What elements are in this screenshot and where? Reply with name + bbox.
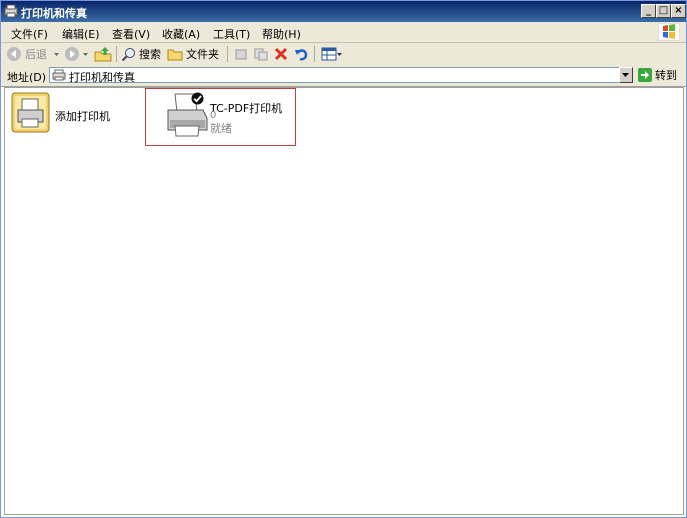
folders-label: 文件夹 — [186, 48, 219, 61]
delete-button[interactable] — [274, 46, 288, 62]
toolbar: 后退 搜索 文件夹 — [1, 43, 686, 66]
go-button[interactable]: 转到 — [638, 67, 677, 83]
maximize-button[interactable]: □ — [656, 4, 671, 18]
back-button[interactable]: 后退 — [6, 46, 47, 62]
copy-to-button[interactable] — [253, 46, 269, 62]
search-label: 搜索 — [139, 48, 161, 61]
explorer-window: 打印机和传真 _ □ × 文件(F) 编辑(E) 查看(V) 收藏(A) 工具(… — [0, 0, 687, 518]
menu-file[interactable]: 文件(F) — [11, 26, 48, 42]
chevron-down-icon — [337, 53, 342, 56]
printer-icon — [167, 93, 208, 137]
printer-item[interactable]: TC-PDF打印机 0 就绪 — [165, 90, 290, 142]
printers-content-pane[interactable]: 添加打印机 TC-PDF打印机 0 就绪 — [4, 87, 684, 515]
address-bar: 地址(D) 打印机和传真 转到 — [1, 65, 686, 87]
search-icon — [121, 47, 135, 61]
undo-button[interactable] — [294, 46, 309, 62]
menu-favorites[interactable]: 收藏(A) — [162, 26, 200, 42]
address-dropdown-button[interactable] — [619, 67, 633, 83]
move-to-button[interactable] — [233, 46, 249, 62]
views-button[interactable] — [321, 46, 343, 62]
menu-bar: 文件(F) 编辑(E) 查看(V) 收藏(A) 工具(T) 帮助(H) — [1, 22, 686, 43]
menu-edit[interactable]: 编辑(E) — [62, 26, 100, 42]
printers-folder-icon — [4, 4, 18, 18]
delete-x-icon — [274, 47, 288, 61]
chevron-down-icon — [83, 53, 88, 56]
go-arrow-icon — [638, 68, 652, 82]
up-folder-icon — [94, 47, 112, 62]
address-label: 地址(D) — [7, 71, 47, 84]
default-printer-check-icon — [191, 92, 204, 105]
forward-dropdown[interactable] — [82, 46, 89, 62]
undo-icon — [295, 48, 308, 60]
address-input[interactable]: 打印机和传真 — [49, 67, 633, 84]
minimize-button[interactable]: _ — [641, 4, 656, 18]
back-dropdown[interactable] — [53, 46, 60, 62]
chevron-down-icon — [622, 73, 629, 77]
printers-folder-icon — [52, 69, 66, 81]
window-title: 打印机和传真 — [21, 7, 87, 20]
close-button[interactable]: × — [671, 4, 686, 18]
menu-tools[interactable]: 工具(T) — [213, 26, 250, 42]
toolbar-separator — [314, 46, 315, 62]
forward-button[interactable] — [64, 46, 80, 62]
menu-help[interactable]: 帮助(H) — [262, 26, 301, 42]
printer-status: 就绪 — [210, 122, 232, 135]
up-folder-button[interactable] — [94, 46, 112, 62]
copy-to-icon — [254, 48, 268, 61]
address-value: 打印机和传真 — [69, 71, 135, 84]
toolbar-separator — [116, 46, 117, 62]
back-arrow-icon — [7, 47, 21, 61]
folders-button[interactable]: 文件夹 — [167, 46, 219, 62]
forward-arrow-icon — [65, 47, 79, 61]
menu-view[interactable]: 查看(V) — [112, 26, 150, 42]
printer-name: TC-PDF打印机 — [210, 102, 283, 115]
add-printer-icon — [11, 92, 50, 133]
title-bar[interactable]: 打印机和传真 _ □ × — [1, 1, 686, 22]
add-printer-item[interactable]: 添加打印机 — [11, 92, 121, 138]
move-to-icon — [235, 49, 247, 60]
folder-icon — [167, 49, 183, 61]
views-grid-icon — [321, 47, 337, 61]
back-label: 后退 — [25, 48, 47, 61]
windows-logo-icon — [658, 23, 680, 41]
go-label: 转到 — [655, 69, 677, 82]
toolbar-separator — [227, 46, 228, 62]
search-button[interactable]: 搜索 — [121, 46, 161, 62]
add-printer-label: 添加打印机 — [55, 110, 110, 123]
chevron-down-icon — [54, 53, 59, 56]
